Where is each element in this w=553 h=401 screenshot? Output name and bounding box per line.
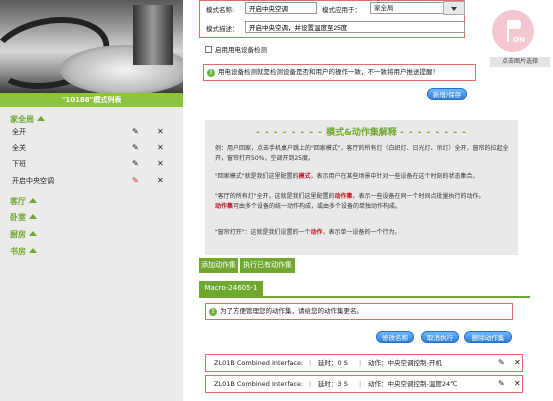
info-icon: ! <box>207 69 215 77</box>
close-icon[interactable]: ✕ <box>514 355 521 371</box>
delay-text: 延时：3 S <box>318 380 348 388</box>
help-panel: - - - - - - - - 模式&动作集解释 - - - - - - - -… <box>205 120 518 255</box>
help-paragraph: 例：用户回家，点击手机桌户跳上的"回家模式"，客厅的所有灯（白织灯、日光灯、吊灯… <box>215 145 509 162</box>
device-name: ZL01B Combined Interface: <box>214 359 304 367</box>
mode-list-title: "10188"模式列表 <box>0 93 183 107</box>
mode-item[interactable]: 全关 ✎ ✕ <box>12 141 172 155</box>
pencil-icon[interactable]: ✎ <box>498 376 505 392</box>
close-icon[interactable]: ✕ <box>157 125 164 139</box>
macro-rename-warning: ! 为了方便管理您的动作集，请给您的动作集更名。 <box>205 303 513 320</box>
device-check-checkbox[interactable] <box>205 46 212 53</box>
help-title-text: 模式&动作集解释 <box>326 128 397 138</box>
delay-text: 延时：0 S <box>318 359 348 367</box>
triangle-icon <box>29 198 37 203</box>
chevron-down-icon <box>451 7 457 11</box>
pencil-icon[interactable]: ✎ <box>132 125 139 139</box>
device-check-row[interactable]: 启用用电设备检测 <box>205 44 267 54</box>
execute-action-set-button[interactable]: 执行已有动作集 <box>240 258 295 273</box>
mode-image-flag[interactable]: ON <box>492 10 534 52</box>
mode-desc-input[interactable] <box>245 21 465 33</box>
room-header-living[interactable]: 客厅 <box>10 196 37 207</box>
room-label: 厨房 <box>10 230 26 239</box>
help-paragraph: "窗帘打开"：这就是我们设置的一个动作，表示单一设备的一个行为。 <box>215 229 401 236</box>
pick-image-label[interactable]: 点击图片选择 <box>490 57 550 67</box>
room-header-bedroom[interactable]: 卧室 <box>10 212 37 223</box>
pencil-icon[interactable]: ✎ <box>498 355 505 371</box>
info-icon: ! <box>209 308 217 316</box>
triangle-icon <box>37 116 45 121</box>
pencil-icon[interactable]: ✎ <box>132 174 139 188</box>
add-action-set-button[interactable]: 添加动作集 <box>199 258 238 273</box>
action-row: ZL01B Combined Interface: | 延时：0 S | 动作：… <box>205 354 523 372</box>
mode-form: 模式名称: 模式应用于： 家全局 模式描述： <box>199 0 465 38</box>
action-row: ZL01B Combined Interface: | 延时：3 S | 动作：… <box>205 375 523 393</box>
dropdown-button[interactable] <box>443 1 465 15</box>
action-text: 动作：中央空调控制-开机 <box>368 359 442 367</box>
help-title: - - - - - - - - 模式&动作集解释 - - - - - - - - <box>256 128 467 138</box>
mode-label: 全开 <box>12 128 26 136</box>
mode-label: 全关 <box>12 144 26 152</box>
mode-editor-page: "10188"模式列表 家全局 全开 ✎ ✕ 全关 ✎ ✕ 下班 ✎ ✕ 开启中… <box>0 0 553 401</box>
triangle-icon <box>29 231 37 236</box>
action-text: 动作：中央空调控制-温度24℃ <box>368 380 458 388</box>
macro-warning-text: 为了方便管理您的动作集，请给您的动作集更名。 <box>220 307 363 315</box>
room-header-kitchen[interactable]: 厨房 <box>10 229 37 240</box>
room-label: 家全局 <box>10 115 34 124</box>
device-check-warning: ! 用电设备检测就是检测设备是否和用户的操作一致，不一致将用户推送提醒！ <box>203 64 476 81</box>
help-paragraph: "回家模式"就是我们这里配置的模式，表示用户在某些场景中针对一些设备在这个时刻的… <box>215 173 479 180</box>
room-label: 书房 <box>10 247 26 256</box>
mode-label: 开启中央空调 <box>12 177 54 185</box>
room-header-study[interactable]: 书房 <box>10 246 37 257</box>
room-header-global[interactable]: 家全局 <box>10 114 45 125</box>
room-label: 客厅 <box>10 197 26 206</box>
mode-item[interactable]: 下班 ✎ ✕ <box>12 157 172 171</box>
mode-name-label: 模式名称: <box>206 6 235 14</box>
cancel-execute-button[interactable]: 取消执行 <box>421 331 459 343</box>
mode-item-active[interactable]: 开启中央空调 ✎ ✕ <box>12 174 172 188</box>
rename-button[interactable]: 修改名称 <box>376 331 414 343</box>
tab-macro[interactable]: Macro-24605-1 <box>199 281 263 296</box>
mode-sidebar: "10188"模式列表 家全局 全开 ✎ ✕ 全关 ✎ ✕ 下班 ✎ ✕ 开启中… <box>0 0 183 401</box>
mode-item[interactable]: 全开 ✎ ✕ <box>12 125 172 139</box>
room-label: 卧室 <box>10 213 26 222</box>
device-check-label: 启用用电设备检测 <box>215 46 267 54</box>
close-icon[interactable]: ✕ <box>157 157 164 171</box>
pencil-icon[interactable]: ✎ <box>132 157 139 171</box>
triangle-icon <box>29 214 37 219</box>
close-icon[interactable]: ✕ <box>514 376 521 392</box>
triangle-icon <box>29 248 37 253</box>
delete-action-set-button[interactable]: 删除动作集 <box>464 331 512 343</box>
apply-to-label: 模式应用于： <box>322 6 361 14</box>
device-name: ZL01B Combined Interface: <box>214 380 304 388</box>
mode-desc-label: 模式描述： <box>206 25 239 33</box>
mode-label: 下班 <box>12 160 26 168</box>
close-icon[interactable]: ✕ <box>157 174 164 188</box>
warning-text: 用电设备检测就是检测设备是否和用户的操作一致，不一致将用户推送提醒！ <box>218 68 439 76</box>
help-paragraph: "客厅的所有灯"全开，这就是我们这里配置的动作集，表示一些设备在同一个时间点批量… <box>215 193 485 210</box>
close-icon[interactable]: ✕ <box>157 141 164 155</box>
save-button[interactable]: 新增/保存 <box>427 88 467 100</box>
banner-image <box>0 0 183 93</box>
pencil-icon[interactable]: ✎ <box>132 141 139 155</box>
apply-to-value: 家全局 <box>374 4 394 12</box>
mode-name-input[interactable] <box>245 2 317 14</box>
